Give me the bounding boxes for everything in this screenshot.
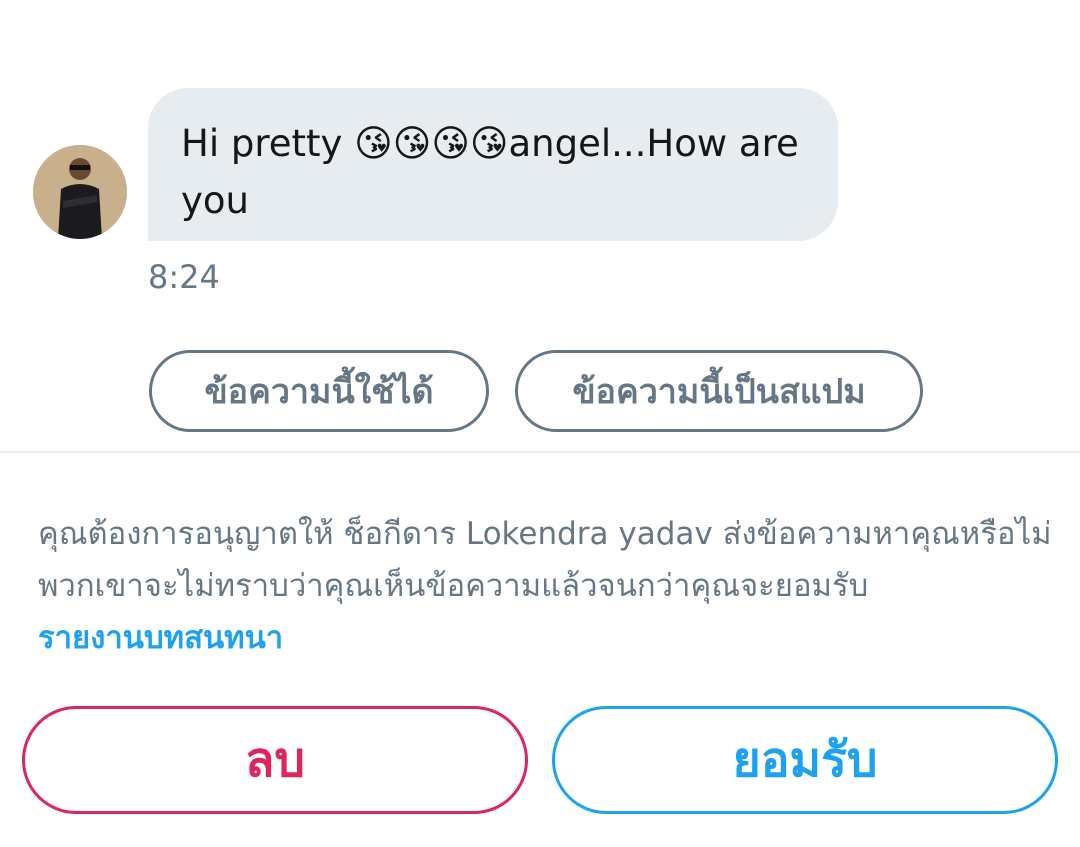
request-prompt-text: คุณต้องการอนุญาตให้ ช็อกีดาร Lokendra ya…: [38, 516, 1052, 604]
message-ok-button[interactable]: ข้อความนี้ใช้ได้: [149, 350, 489, 432]
message-timestamp: 8:24: [148, 258, 220, 296]
message-text: Hi pretty 😘😘😘😘angel...How are you: [181, 122, 799, 222]
user-photo-icon: [33, 145, 127, 239]
message-spam-button[interactable]: ข้อความนี้เป็นสแปม: [515, 350, 923, 432]
divider: [0, 451, 1080, 453]
avatar[interactable]: [33, 145, 127, 239]
message-request-screen: Hi pretty 😘😘😘😘angel...How are you 8:24 ข…: [0, 0, 1080, 847]
message-bubble[interactable]: Hi pretty 😘😘😘😘angel...How are you: [148, 88, 838, 241]
request-prompt: คุณต้องการอนุญาตให้ ช็อกีดาร Lokendra ya…: [38, 508, 1058, 664]
delete-button[interactable]: ลบ: [22, 706, 528, 814]
report-conversation-link[interactable]: รายงานบทสนทนา: [38, 612, 1058, 664]
accept-button[interactable]: ยอมรับ: [552, 706, 1058, 814]
